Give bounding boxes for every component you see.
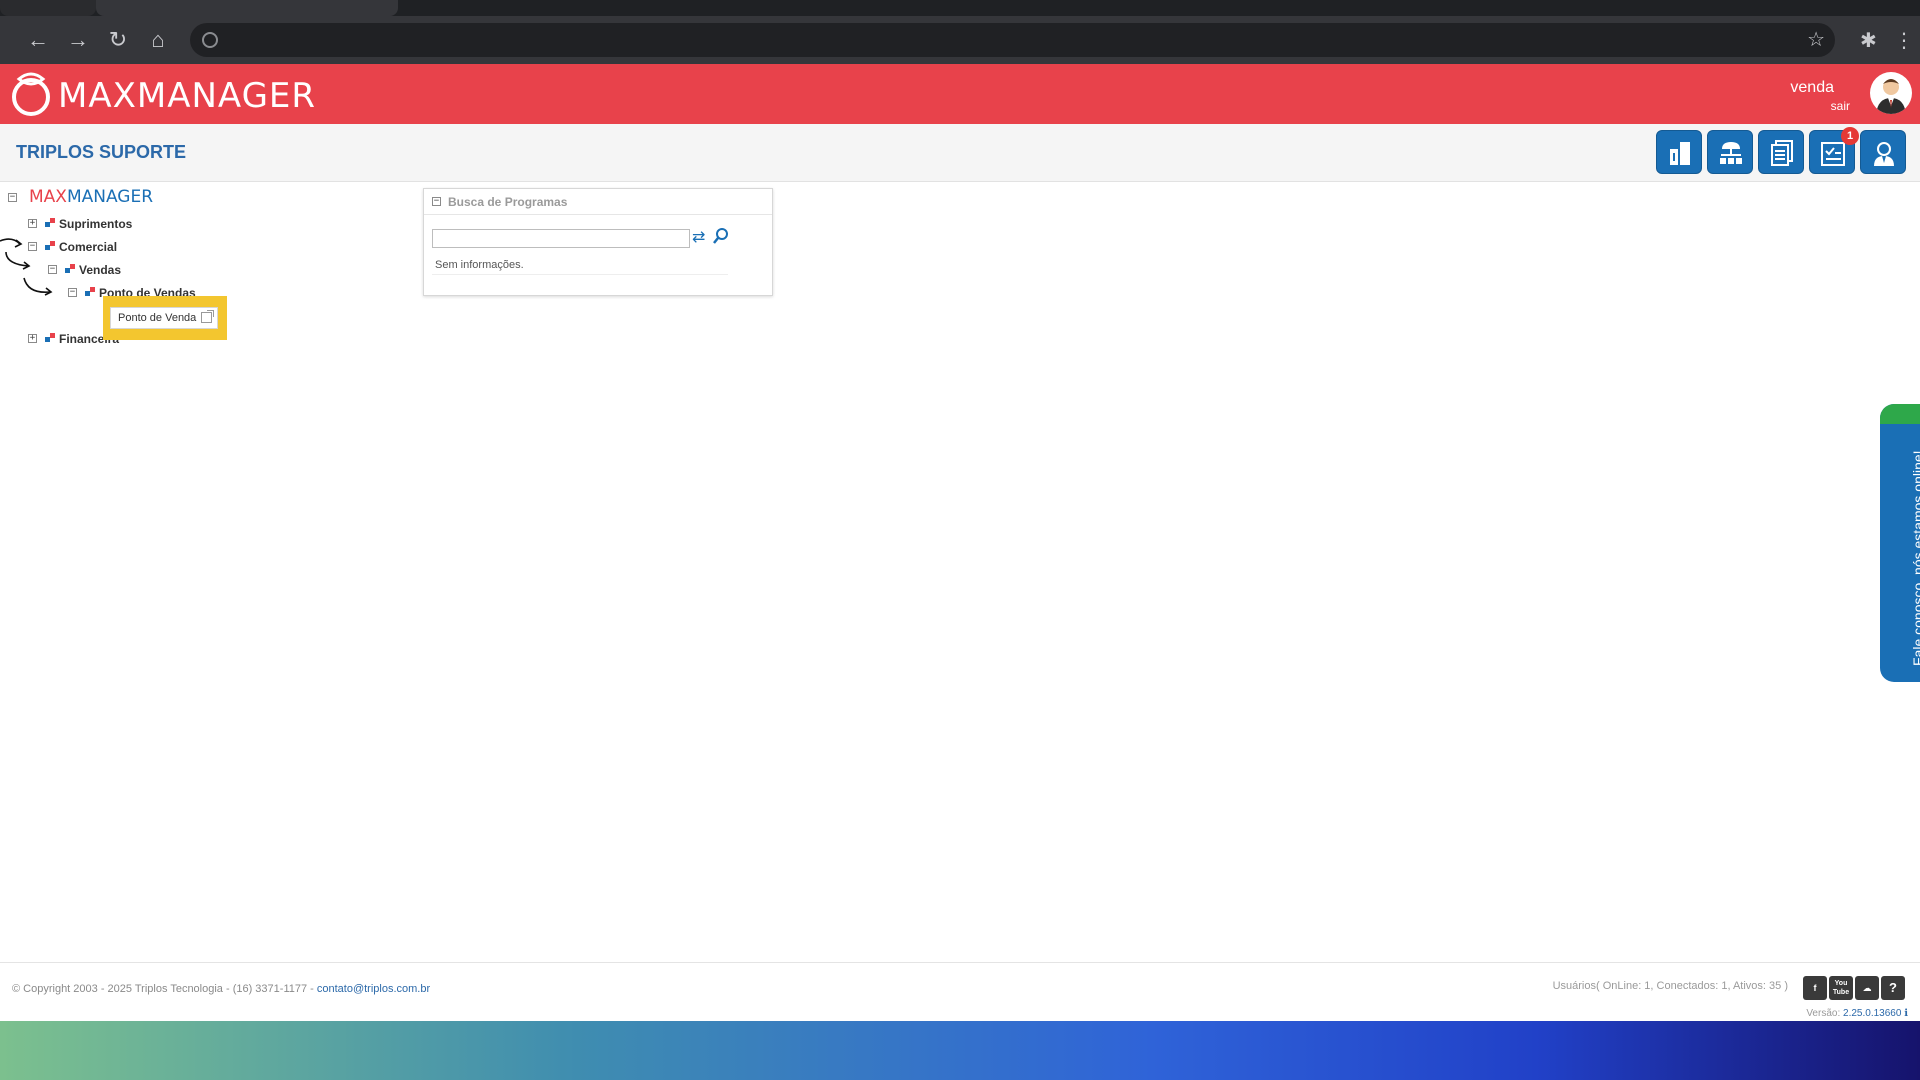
- tree-item-comercial[interactable]: Comercial: [59, 240, 117, 254]
- copyright: © Copyright 2003 - 2025 Triplos Tecnolog…: [12, 983, 430, 995]
- logout-link[interactable]: sair: [1831, 99, 1850, 113]
- site-info-icon[interactable]: [202, 32, 218, 48]
- version-label: Versão:: [1806, 1008, 1841, 1019]
- search-empty-message: Sem informações.: [432, 257, 728, 275]
- network-button[interactable]: [1707, 130, 1753, 174]
- browser-tab[interactable]: [0, 0, 96, 16]
- browser-toolbar: ← → ↻ ⌂ ☆ ✱ ⋮: [0, 16, 1920, 64]
- tree-root-manager: MANAGER: [66, 187, 154, 207]
- back-icon[interactable]: ←: [26, 28, 50, 52]
- search-icon[interactable]: [712, 227, 730, 245]
- company-bar: TRIPLOS SUPORTE 1: [0, 124, 1920, 182]
- documents-icon: [1771, 140, 1793, 166]
- app-logo-text[interactable]: MAXMANAGER: [58, 76, 316, 116]
- avatar[interactable]: [1870, 72, 1912, 114]
- panel-title: Busca de Programas: [448, 195, 568, 209]
- module-icon: [65, 264, 75, 274]
- tree-toggle-financeira[interactable]: +: [28, 334, 37, 343]
- reports-button[interactable]: [1656, 130, 1702, 174]
- tree-item-vendas[interactable]: Vendas: [79, 263, 121, 277]
- tree-leaf-ponto-de-venda[interactable]: Ponto de Venda: [110, 307, 218, 329]
- module-icon: [45, 218, 55, 228]
- open-external-icon[interactable]: [201, 310, 214, 323]
- tree-item-suprimentos[interactable]: Suprimentos: [59, 217, 132, 231]
- annotation-arrows-icon: [0, 238, 53, 296]
- network-icon: [1720, 142, 1742, 164]
- help-icon[interactable]: ?: [1881, 976, 1905, 1000]
- company-name: TRIPLOS SUPORTE: [16, 142, 187, 162]
- tree-root-label[interactable]: MAXMANAGER: [29, 187, 153, 207]
- extensions-icon[interactable]: ✱: [1860, 28, 1877, 53]
- tree-toggle-ponto-de-vendas[interactable]: −: [68, 288, 77, 297]
- support-button[interactable]: [1860, 130, 1906, 174]
- user-avatar-icon: [1876, 79, 1906, 114]
- module-icon: [85, 287, 95, 297]
- browser-tab-active[interactable]: [96, 0, 398, 16]
- user-name: venda: [1790, 79, 1834, 96]
- forward-icon[interactable]: →: [66, 28, 90, 52]
- browser-menu-icon[interactable]: ⋮: [1894, 28, 1914, 53]
- cloud-icon[interactable]: ☁: [1855, 976, 1879, 1000]
- app-header: MAXMANAGER venda sair: [0, 64, 1920, 124]
- users-status: Usuários( OnLine: 1, Conectados: 1, Ativ…: [1552, 980, 1788, 992]
- online-indicator: [1880, 404, 1920, 424]
- tree-root-max: MAX: [29, 187, 67, 207]
- info-icon[interactable]: ℹ: [1904, 1008, 1908, 1019]
- panel-header: − Busca de Programas: [424, 189, 772, 215]
- browser-tab-strip: [0, 0, 1920, 16]
- version-info: Versão: 2.25.0.13660 ℹ: [1806, 1008, 1908, 1019]
- support-agent-icon: [1874, 142, 1894, 166]
- youtube-icon[interactable]: You Tube: [1829, 976, 1853, 1000]
- os-taskbar-gradient: [0, 1021, 1920, 1080]
- reports-icon: [1670, 142, 1690, 165]
- address-bar[interactable]: ☆: [190, 23, 1835, 57]
- home-icon[interactable]: ⌂: [146, 28, 170, 52]
- panel-collapse-toggle[interactable]: −: [432, 197, 441, 206]
- tree-toggle-suprimentos[interactable]: +: [28, 219, 37, 228]
- maxmanager-logo-icon[interactable]: [9, 67, 53, 119]
- tasks-button[interactable]: 1: [1809, 127, 1859, 174]
- notification-badge: 1: [1841, 127, 1859, 145]
- tree-root-toggle[interactable]: −: [8, 193, 17, 202]
- tasks-icon: [1821, 142, 1845, 166]
- reload-icon[interactable]: ↻: [106, 28, 130, 52]
- footer: © Copyright 2003 - 2025 Triplos Tecnolog…: [0, 962, 1920, 1020]
- facebook-icon[interactable]: f: [1803, 976, 1827, 1000]
- chat-tab-label[interactable]: Fale conosco, nós estamos online!: [1910, 450, 1920, 666]
- copyright-text: © Copyright 2003 - 2025 Triplos Tecnolog…: [12, 983, 317, 995]
- documents-button[interactable]: [1758, 130, 1804, 174]
- program-search-panel: − Busca de Programas ⇄ Sem informações.: [423, 188, 773, 296]
- refresh-icon[interactable]: ⇄: [692, 227, 705, 247]
- tree-leaf-label[interactable]: Ponto de Venda: [118, 312, 196, 324]
- version-number: 2.25.0.13660: [1843, 1008, 1902, 1019]
- live-chat-tab[interactable]: Fale conosco, nós estamos online!: [1880, 404, 1920, 682]
- program-search-input[interactable]: [432, 229, 690, 248]
- bookmark-star-icon[interactable]: ☆: [1807, 27, 1825, 52]
- contact-email-link[interactable]: contato@triplos.com.br: [317, 983, 430, 995]
- module-icon: [45, 333, 55, 343]
